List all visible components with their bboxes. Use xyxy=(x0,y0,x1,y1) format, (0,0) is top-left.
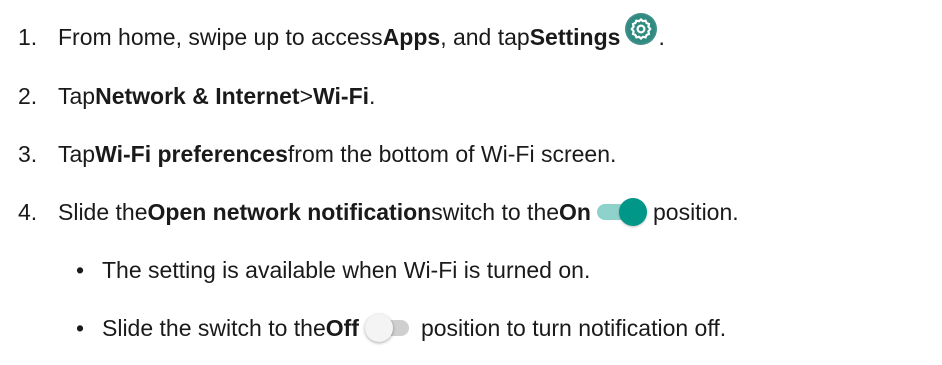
step-number: 3. xyxy=(18,141,38,167)
step-text: . xyxy=(369,83,376,109)
step-text: Tap xyxy=(58,83,96,109)
step-number: 2. xyxy=(18,83,38,109)
step-1: 1. From home, swipe up to access Apps, a… xyxy=(18,13,665,54)
step-text: > xyxy=(299,83,314,109)
step-bold-text: Wi-Fi xyxy=(313,83,370,109)
step-3: 3. Tap Wi-Fi preferences from the bottom… xyxy=(18,140,616,168)
step-text: . xyxy=(658,24,665,50)
bullet-text: The setting is available when Wi-Fi is t… xyxy=(102,257,591,283)
step-text: From home, swipe up to access xyxy=(58,24,383,50)
toggle-on-icon xyxy=(596,197,647,227)
step-4: 4. Slide the Open network notification s… xyxy=(18,197,739,227)
step-bold-text: On xyxy=(559,199,591,225)
step-text: from the bottom of Wi-Fi screen. xyxy=(287,141,617,167)
step-text: Tap xyxy=(58,141,96,167)
step-2: 2. Tap Network & Internet > Wi-Fi. xyxy=(18,82,375,110)
step-bold-text: Settings xyxy=(529,24,621,50)
bullet-1: • The setting is available when Wi-Fi is… xyxy=(76,256,590,284)
bullet-marker: • xyxy=(76,315,85,341)
toggle-off-icon xyxy=(364,313,415,343)
gear-icon xyxy=(624,12,658,46)
step-number: 4. xyxy=(18,199,38,225)
step-bold-text: Network & Internet xyxy=(95,83,300,109)
toggle-thumb xyxy=(364,314,393,342)
step-bold-text: Open network notification xyxy=(147,199,432,225)
bullet-text: position to turn notification off. xyxy=(420,315,727,341)
step-bold-text: Wi-Fi preferences xyxy=(95,141,288,167)
step-text: position. xyxy=(652,199,739,225)
step-bold-text: Apps xyxy=(382,24,441,50)
toggle-thumb xyxy=(618,198,647,226)
instructions-document: 1. From home, swipe up to access Apps, a… xyxy=(0,0,942,365)
bullet-bold-text: Off xyxy=(325,315,359,341)
bullet-text: Slide the switch to the xyxy=(102,315,326,341)
bullet-2: • Slide the switch to the Off position t… xyxy=(76,313,726,343)
step-text: , and tap xyxy=(440,24,530,50)
step-text: switch to the xyxy=(431,199,560,225)
bullet-marker: • xyxy=(76,257,85,283)
step-text: Slide the xyxy=(58,199,148,225)
step-number: 1. xyxy=(18,24,38,50)
